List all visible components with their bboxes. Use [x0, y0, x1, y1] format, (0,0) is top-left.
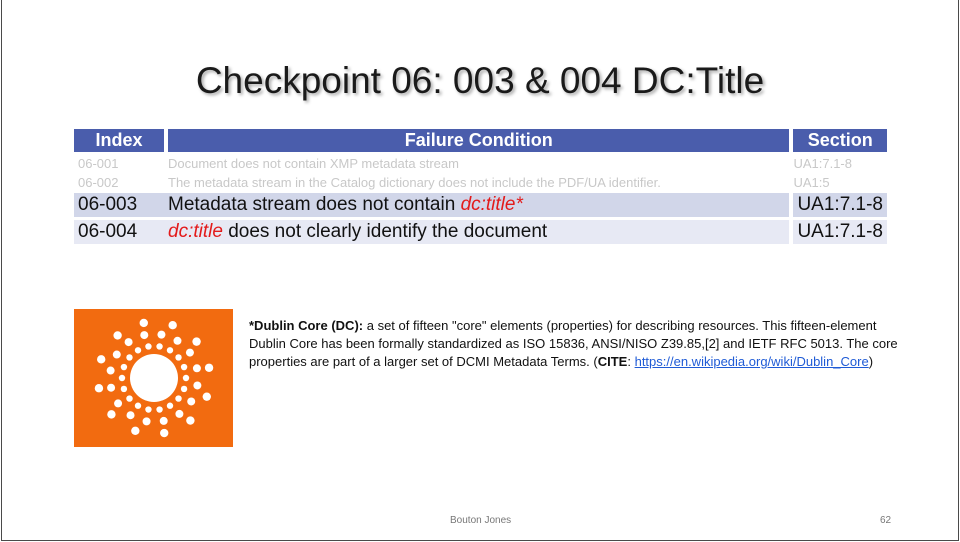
dublin-core-icon	[94, 318, 214, 438]
cite-label: CITE	[597, 354, 628, 369]
table-row: 06-004 dc:title does not clearly identif…	[74, 220, 887, 244]
row-condition: Metadata stream does not contain dc:titl…	[164, 193, 790, 217]
note-lead: *Dublin Core (DC):	[249, 318, 364, 333]
row-section: UA1:7.1-8	[789, 155, 887, 171]
slide: Checkpoint 06: 003 & 004 DC:Title Index …	[1, 0, 959, 541]
row-section: UA1:7.1-8	[789, 220, 887, 244]
row-index: 06-002	[74, 174, 164, 190]
condition-emphasis: dc:title	[168, 221, 223, 242]
row-condition: Document does not contain XMP metadata s…	[164, 155, 790, 171]
row-index: 06-001	[74, 155, 164, 171]
dublin-core-note: *Dublin Core (DC): a set of fifteen "cor…	[249, 317, 909, 371]
row-section: UA1:7.1-8	[789, 193, 887, 217]
table-row: 06-001 Document does not contain XMP met…	[74, 155, 887, 171]
condition-text: does not clearly identify the document	[222, 221, 548, 242]
slide-title: Checkpoint 06: 003 & 004 DC:Title	[195, 60, 765, 101]
table-row: 06-003 Metadata stream does not contain …	[74, 193, 887, 217]
row-condition: The metadata stream in the Catalog dicti…	[164, 174, 790, 190]
failure-table: Index Failure Condition Section 06-001 D…	[74, 126, 887, 247]
page-number: 62	[880, 515, 892, 526]
header-section: Section	[789, 129, 887, 152]
header-index: Index	[74, 129, 164, 152]
cite-sep: :	[627, 354, 635, 369]
row-condition: dc:title does not clearly identify the d…	[164, 220, 790, 244]
note-close: )	[868, 354, 874, 369]
header-failure-condition: Failure Condition	[164, 129, 790, 152]
cite-link[interactable]: https://en.wikipedia.org/wiki/Dublin_Cor…	[635, 354, 869, 369]
table-row: 06-002 The metadata stream in the Catalo…	[74, 174, 887, 190]
row-section: UA1:5	[789, 174, 887, 190]
row-index: 06-003	[74, 193, 164, 217]
table-header: Index Failure Condition Section	[74, 129, 887, 152]
condition-emphasis: dc:title*	[460, 194, 523, 215]
dublin-core-logo	[74, 309, 233, 447]
row-index: 06-004	[74, 220, 164, 244]
condition-text: Metadata stream does not contain	[168, 194, 461, 215]
footer-author: Bouton Jones	[450, 515, 512, 526]
